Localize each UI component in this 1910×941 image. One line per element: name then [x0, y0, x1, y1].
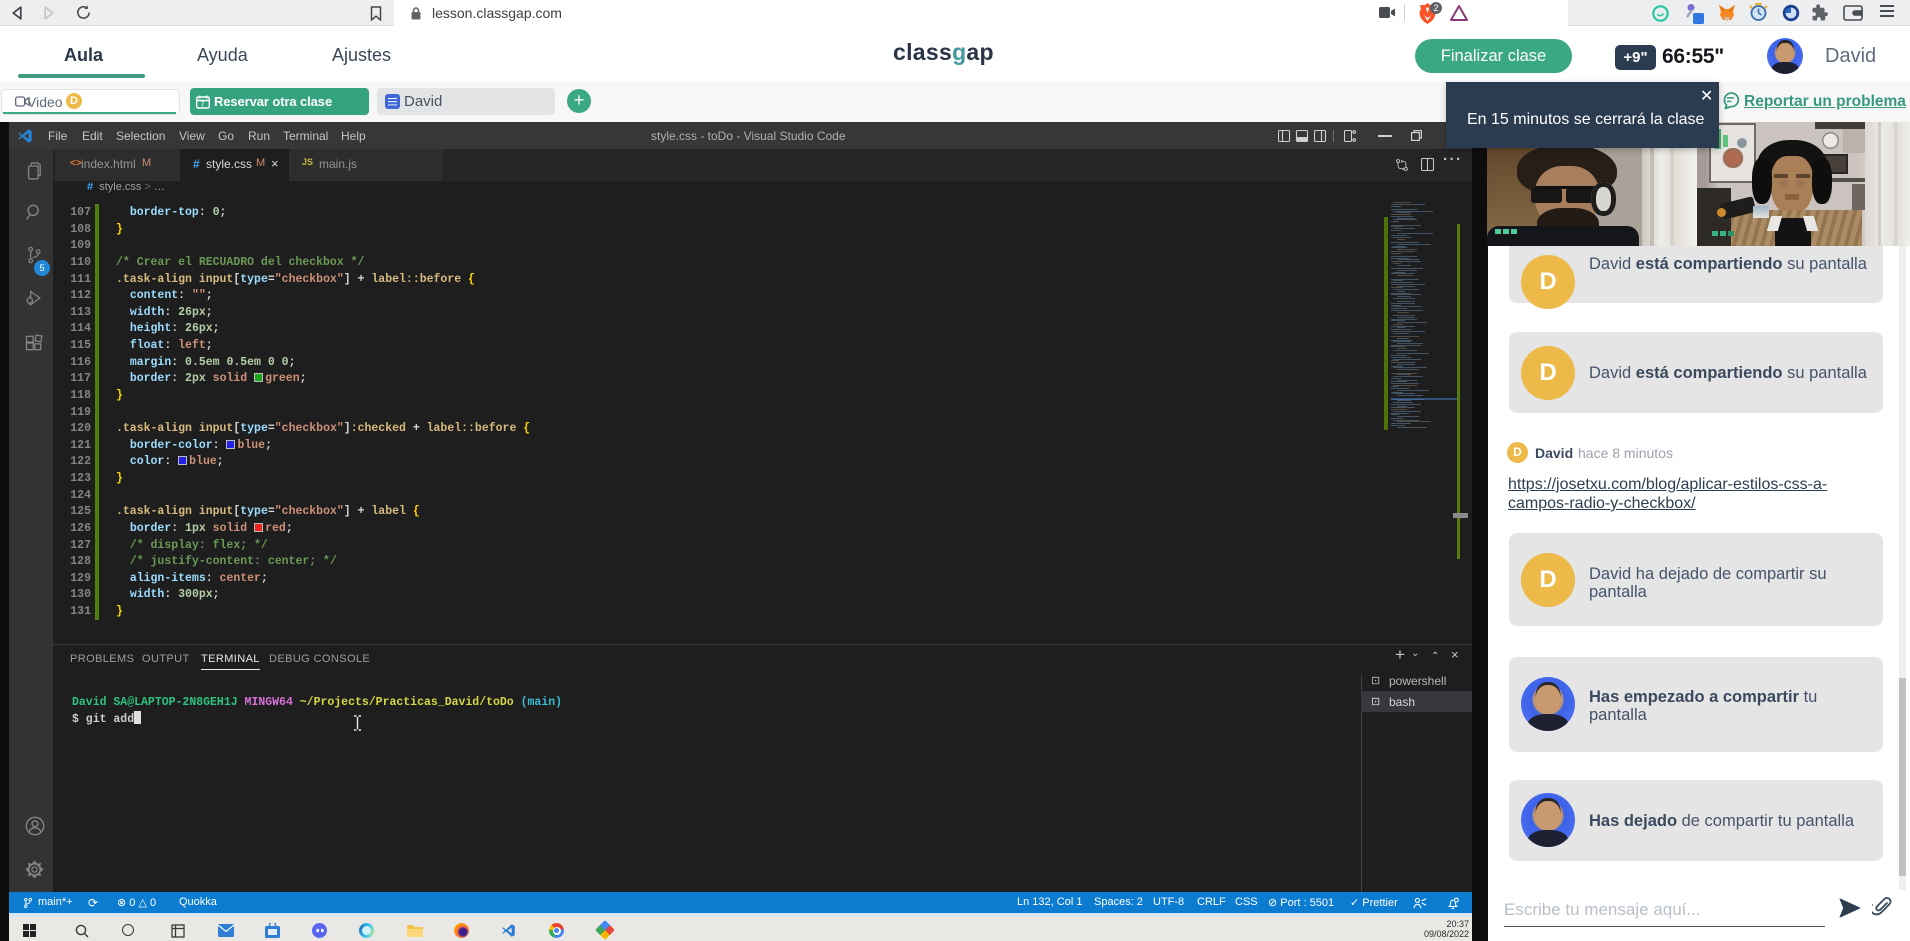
svg-text:7: 7: [201, 102, 205, 109]
